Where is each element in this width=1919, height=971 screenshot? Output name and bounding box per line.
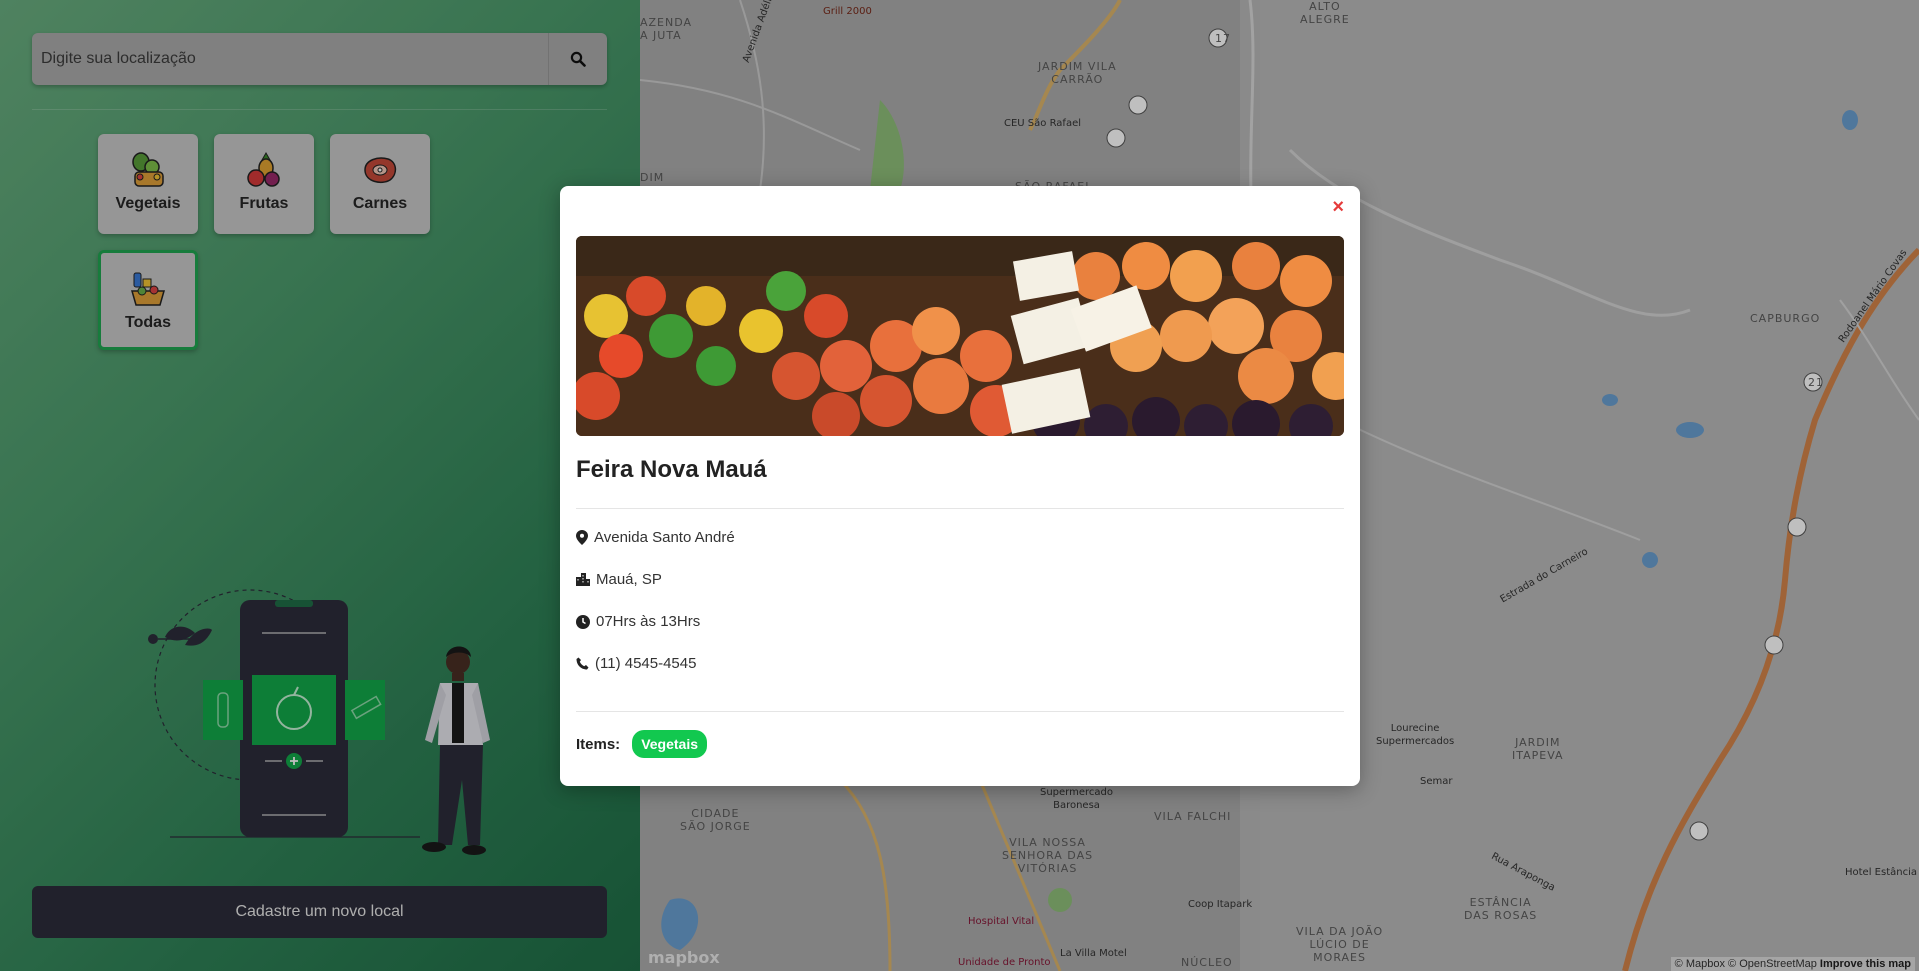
city-icon [576, 573, 590, 586]
clock-icon [576, 614, 590, 629]
item-badge: Vegetais [632, 730, 708, 758]
items-label: Items: [576, 735, 621, 753]
hours-text: 07Hrs às 13Hrs [596, 613, 701, 630]
location-modal: × Feira Nova Mauá Avenida Santo André Ma… [560, 186, 1360, 786]
divider [576, 711, 1344, 712]
map-pin-icon [576, 530, 588, 545]
phone-icon [576, 657, 589, 670]
phone-row: (11) 4545-4545 [576, 655, 696, 672]
close-icon[interactable]: × [1332, 196, 1344, 219]
location-title: Feira Nova Mauá [576, 456, 767, 483]
divider [576, 508, 1344, 509]
phone-text: (11) 4545-4545 [595, 655, 697, 672]
city-row: Mauá, SP [576, 571, 662, 588]
city-text: Mauá, SP [596, 571, 662, 588]
items-row: Items: Vegetais [576, 730, 708, 758]
market-photo [576, 236, 1344, 436]
hours-row: 07Hrs às 13Hrs [576, 613, 700, 630]
address-row: Avenida Santo André [576, 529, 735, 546]
address-text: Avenida Santo André [594, 529, 735, 546]
